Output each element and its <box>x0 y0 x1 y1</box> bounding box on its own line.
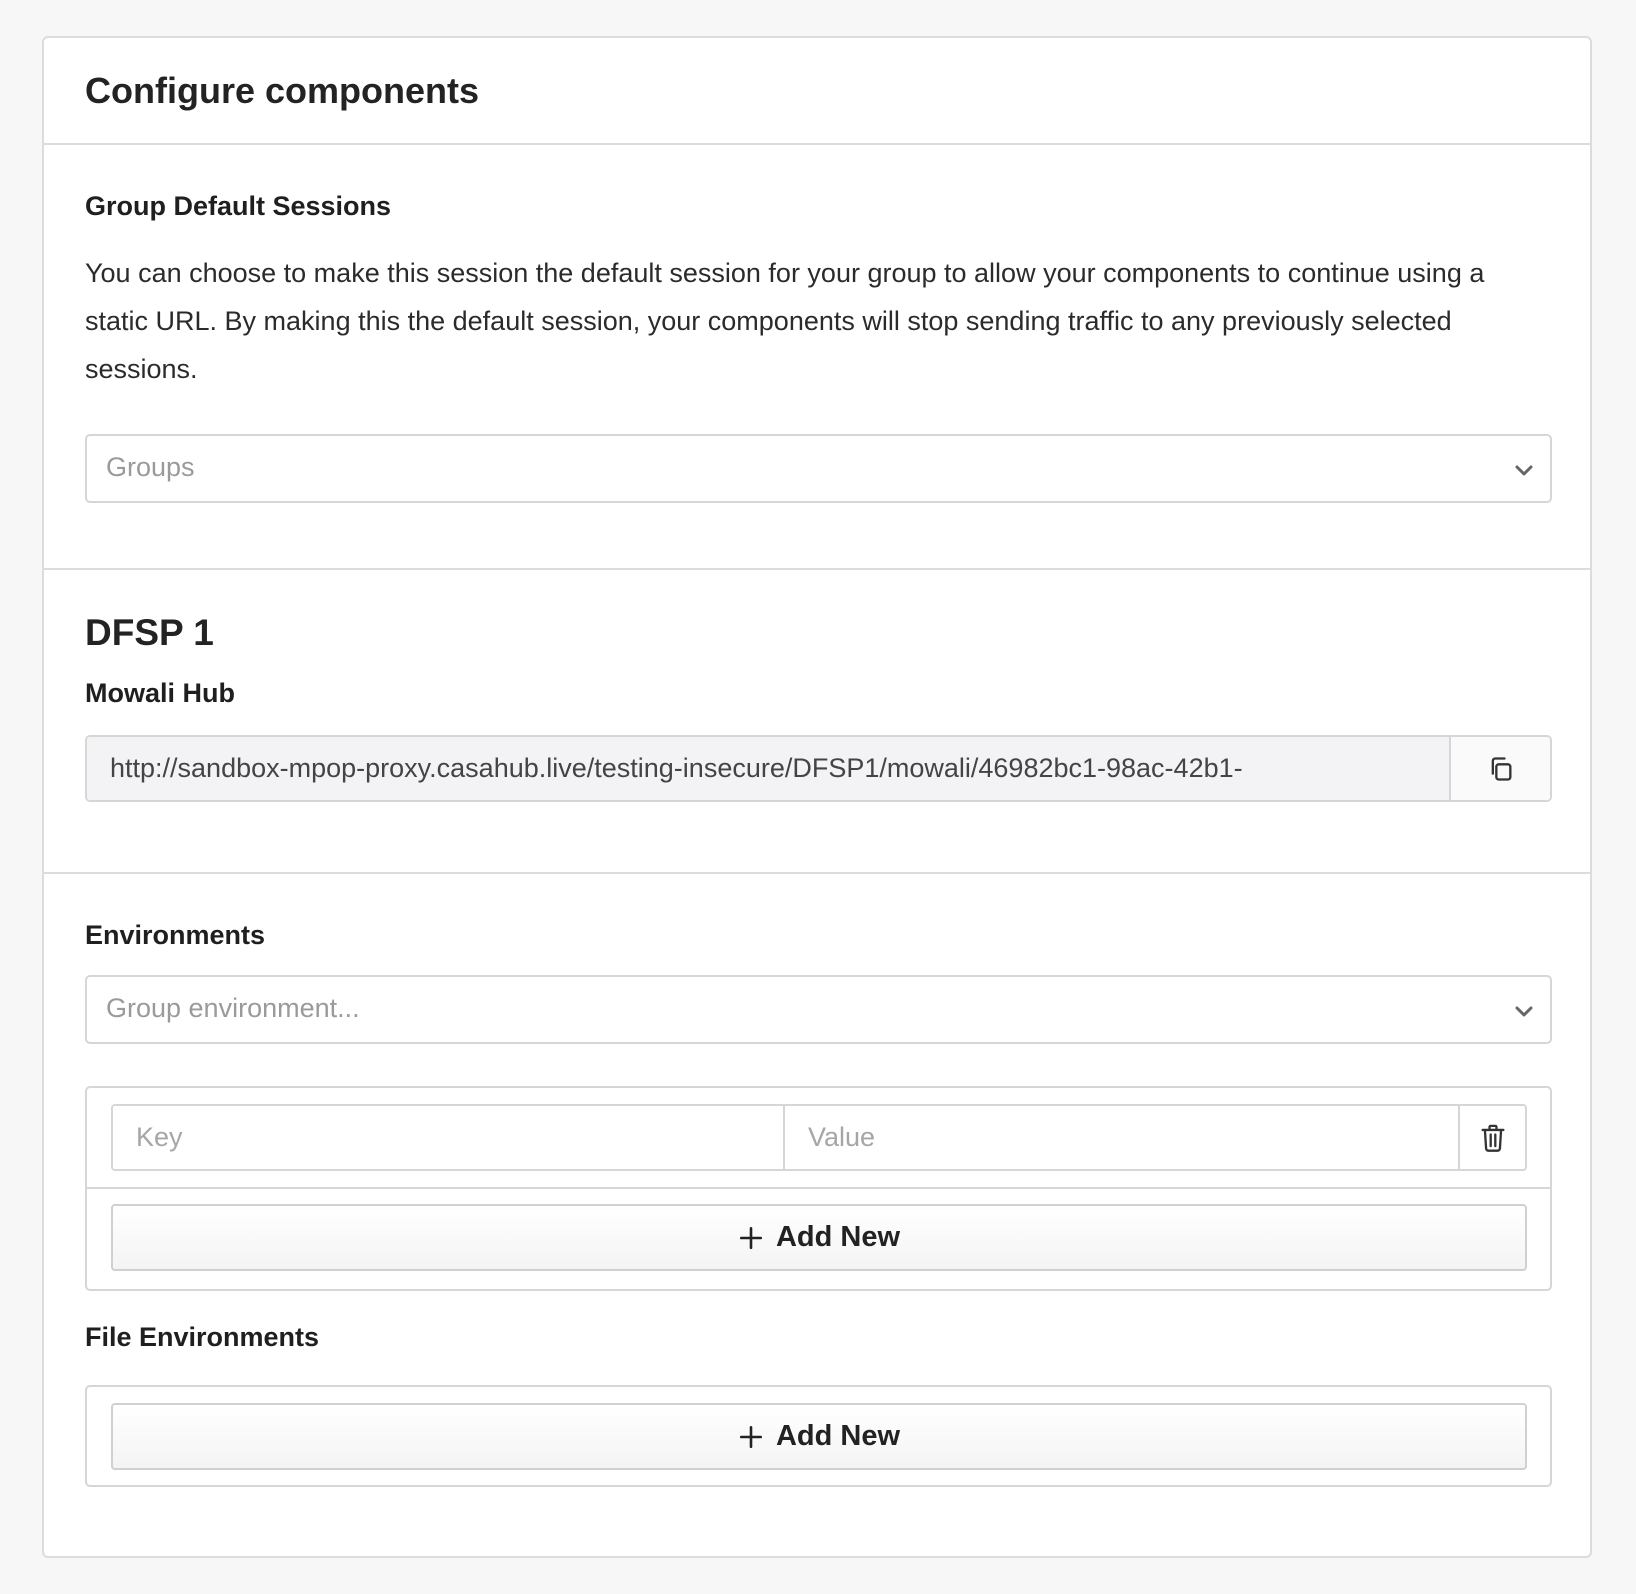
plus-icon <box>739 1226 763 1249</box>
file-environments-heading: File Environments <box>85 1322 320 1352</box>
plus-icon <box>739 1425 763 1448</box>
add-env-variable-button[interactable]: Add New <box>111 1204 1527 1271</box>
hub-url-field[interactable]: http://sandbox-mpop-proxy.casahub.live/t… <box>87 737 1451 800</box>
groups-select[interactable]: Groups <box>85 434 1552 503</box>
env-key-input[interactable] <box>113 1106 785 1169</box>
environments-section: Environments Group environment... Key Va… <box>44 874 1590 1560</box>
environments-heading: Environments <box>85 920 266 950</box>
group-environment-select[interactable]: Group environment... <box>85 975 1552 1044</box>
copy-icon <box>1491 756 1511 781</box>
chevron-down-icon <box>1515 1006 1533 1017</box>
file-environments-box: Add New <box>85 1385 1552 1487</box>
delete-env-variable-button[interactable] <box>1460 1106 1525 1169</box>
hub-url-group: http://sandbox-mpop-proxy.casahub.live/t… <box>85 735 1552 802</box>
env-variable-row <box>111 1104 1527 1171</box>
chevron-down-icon <box>1515 465 1533 476</box>
add-new-label: Add New <box>775 1420 901 1452</box>
group-default-sessions-description: You can choose to make this session the … <box>85 258 1485 384</box>
trash-icon <box>1480 1124 1505 1152</box>
divider <box>87 1187 1550 1189</box>
group-environment-placeholder: Group environment... <box>106 993 360 1023</box>
dfsp-title: DFSP 1 <box>85 612 214 653</box>
group-default-sessions-section: Group Default Sessions You can choose to… <box>44 145 1590 570</box>
card-title: Configure components <box>44 38 1590 145</box>
add-new-label: Add New <box>775 1221 901 1253</box>
dfsp-section: DFSP 1 Mowali Hub http://sandbox-mpop-pr… <box>44 570 1590 874</box>
groups-select-placeholder: Groups <box>106 452 195 482</box>
configure-components-card: Configure components Group Default Sessi… <box>42 36 1592 1558</box>
environment-variables-box: Add New <box>85 1086 1552 1291</box>
env-value-input[interactable] <box>785 1106 1460 1169</box>
mowali-hub-label: Mowali Hub <box>85 678 235 708</box>
add-file-environment-button[interactable]: Add New <box>111 1403 1527 1470</box>
group-default-sessions-heading: Group Default Sessions <box>85 191 392 221</box>
copy-url-button[interactable] <box>1451 737 1550 800</box>
